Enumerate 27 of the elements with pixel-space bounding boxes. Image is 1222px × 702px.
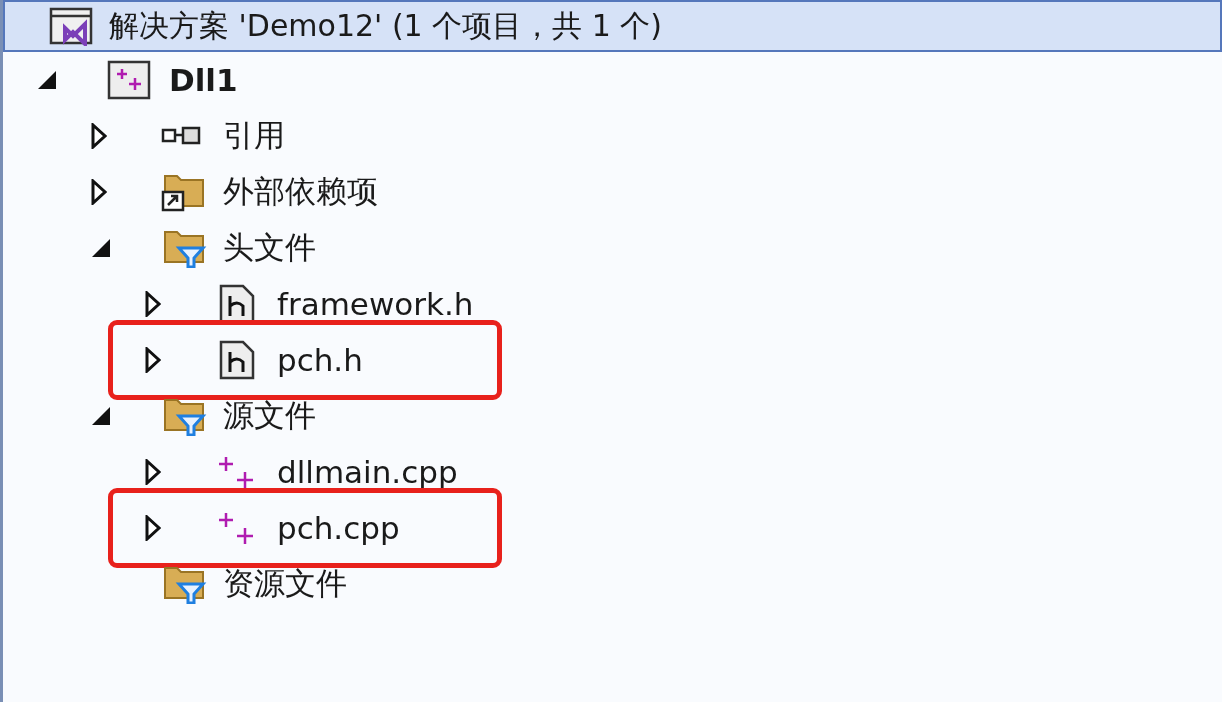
expand-arrow-icon[interactable] <box>145 347 161 373</box>
tree-item-label[interactable]: pch.h <box>277 342 363 378</box>
expand-arrow-icon[interactable] <box>145 459 161 485</box>
folder-shortcut-icon <box>161 172 207 212</box>
expand-arrow-icon[interactable] <box>145 515 161 541</box>
filter-folder-icon <box>161 228 207 268</box>
collapse-arrow-icon[interactable] <box>91 406 111 426</box>
expand-arrow-icon[interactable] <box>91 179 107 205</box>
expand-arrow-icon[interactable] <box>91 123 107 149</box>
tree-item-label[interactable]: dllmain.cpp <box>277 454 458 490</box>
solution-title: 解决方案 'Demo12' (1 个项目，共 1 个) <box>109 6 663 45</box>
filter-folder-icon <box>161 396 207 436</box>
tree-item-label[interactable]: 外部依赖项 <box>223 171 378 213</box>
tree-item-label[interactable]: 头文件 <box>223 227 316 269</box>
tree-item-label[interactable]: framework.h <box>277 286 474 322</box>
expand-arrow-icon[interactable] <box>145 291 161 317</box>
tree-item-label[interactable]: Dll1 <box>169 62 238 98</box>
solution-row[interactable]: 解决方案 'Demo12' (1 个项目，共 1 个) <box>3 0 1222 52</box>
tree-item-label[interactable]: 资源文件 <box>223 563 347 605</box>
solution-icon <box>49 6 93 46</box>
tree-item-label[interactable]: 源文件 <box>223 395 316 437</box>
collapse-arrow-icon[interactable] <box>37 70 57 90</box>
collapse-arrow-icon[interactable] <box>91 238 111 258</box>
filter-folder-icon <box>161 564 207 604</box>
tree-item-label[interactable]: 引用 <box>223 115 285 157</box>
project-icon <box>107 60 153 100</box>
tree-item-label[interactable]: pch.cpp <box>277 510 400 546</box>
